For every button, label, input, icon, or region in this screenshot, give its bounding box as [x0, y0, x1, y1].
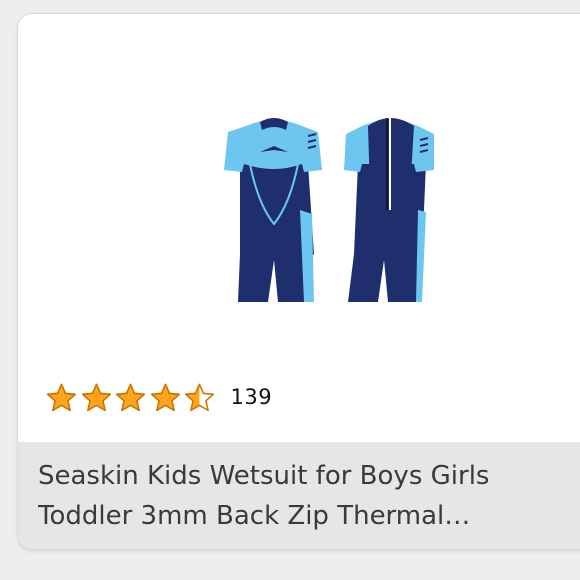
product-card[interactable]: 139 Seaskin Kids Wetsuit for Boys Girls … — [18, 14, 580, 549]
star-full-icon — [46, 383, 77, 411]
star-full-icon — [81, 383, 111, 411]
wetsuit-illustration — [224, 118, 434, 302]
title-bar[interactable]: Seaskin Kids Wetsuit for Boys Girls Todd… — [18, 442, 580, 549]
review-count[interactable]: 139 — [231, 385, 273, 409]
rating-row[interactable]: 139 — [46, 379, 272, 415]
star-full-icon — [150, 383, 180, 411]
product-title[interactable]: Seaskin Kids Wetsuit for Boys Girls Todd… — [38, 456, 558, 536]
star-half-icon — [184, 383, 215, 411]
product-image[interactable] — [18, 14, 580, 384]
star-rating — [46, 382, 219, 413]
star-full-icon — [115, 383, 146, 411]
wetsuit-back — [344, 118, 434, 302]
wetsuit-front — [224, 118, 322, 302]
